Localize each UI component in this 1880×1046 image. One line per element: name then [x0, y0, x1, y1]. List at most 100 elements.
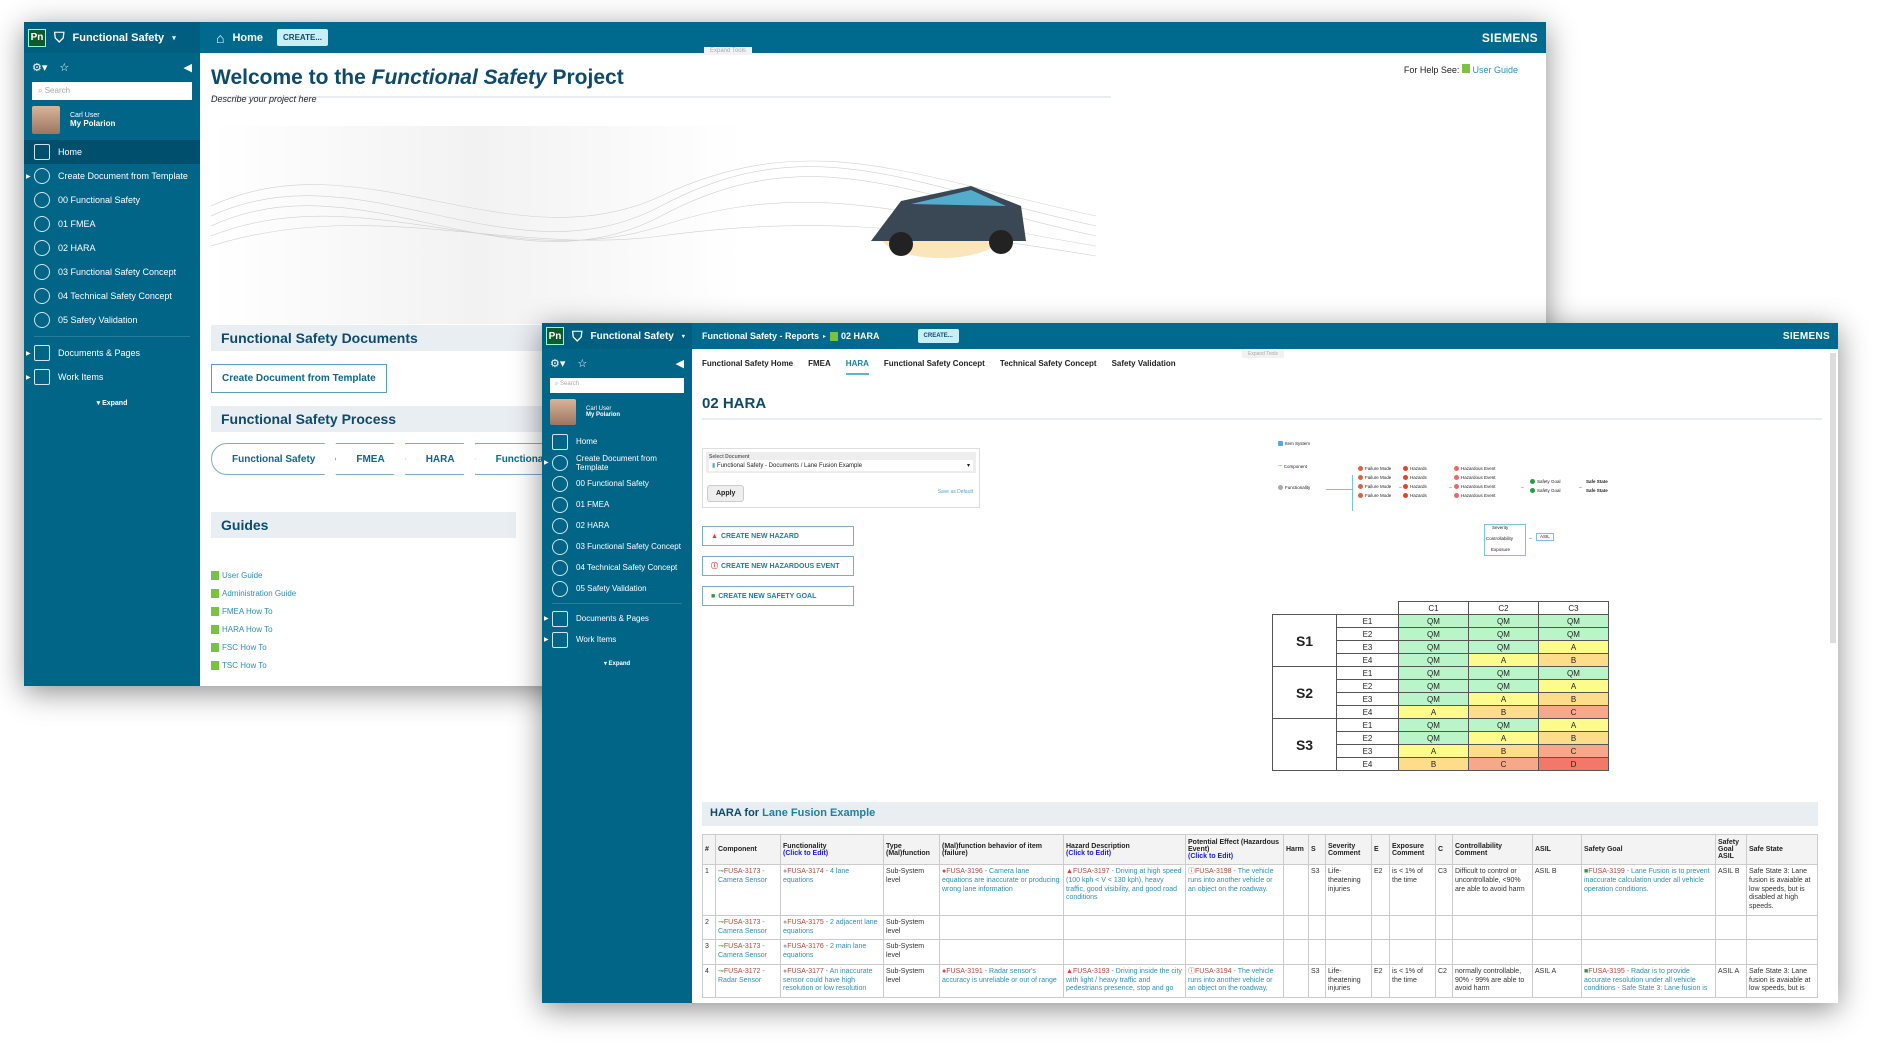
create-new-safety-goal-button[interactable]: ■ CREATE NEW SAFETY GOAL [702, 586, 854, 606]
sidebar-item-00-functional-safety[interactable]: 00 Functional Safety [542, 473, 692, 494]
work-item-id: FUSA-3198 [1195, 868, 1232, 875]
guide-link-user-guide[interactable]: User Guide [211, 566, 296, 584]
table-cell[interactable]: ●FUSA-3177 - An inaccurate sensor could … [780, 963, 884, 999]
project-switcher[interactable]: Pn ⛉ Functional Safety ▾ [24, 22, 200, 53]
table-cell[interactable]: ⊸FUSA-3173 - Camera Sensor [715, 914, 781, 941]
tab-fmea[interactable]: FMEA [808, 359, 831, 375]
table-cell[interactable]: ▲FUSA-3193 - Driving inside the city wit… [1063, 963, 1186, 999]
user-profile[interactable]: Carl User My Polarion [24, 100, 200, 140]
sidebar-item-05-safety-validation[interactable]: 05 Safety Validation [24, 308, 200, 332]
expand-arrow-icon[interactable]: ▶ [544, 636, 549, 643]
table-cell[interactable]: ●FUSA-3191 - Radar sensor's accuracy is … [939, 963, 1064, 999]
table-cell[interactable]: ●FUSA-3196 - Camera lane equations are i… [939, 864, 1064, 916]
document-select[interactable]: ▮ Functional Safety - Documents / Lane F… [709, 460, 973, 471]
sidebar-item-01-fmea[interactable]: 01 FMEA [542, 494, 692, 515]
sidebar-item-documents-pages[interactable]: ▶ Documents & Pages [24, 341, 200, 365]
guide-link-fmea-how-to[interactable]: FMEA How To [211, 602, 296, 620]
expand-arrow-icon[interactable]: ▶ [26, 350, 31, 357]
star-icon[interactable]: ☆ [577, 357, 587, 370]
sidebar-item-04-technical-safety-concept[interactable]: 04 Technical Safety Concept [24, 284, 200, 308]
expand-arrow-icon[interactable]: ▶ [26, 173, 31, 180]
table-cell[interactable]: ■FUSA-3195 - Radar is to provide accurat… [1581, 963, 1716, 999]
sidebar-item-home[interactable]: Home [542, 431, 692, 452]
my-polarion-link[interactable]: My Polarion [586, 412, 620, 418]
expand-arrow-icon[interactable]: ▶ [26, 374, 31, 381]
sidebar-search-input[interactable]: ⌕ Search [550, 378, 684, 393]
apply-button[interactable]: Apply [707, 485, 745, 502]
sidebar-item-documents-pages[interactable]: ▶ Documents & Pages [542, 608, 692, 629]
expand-button[interactable]: ▾ Expand [542, 660, 692, 667]
sidebar-item-work-items[interactable]: ▶ Work Items [24, 365, 200, 389]
sidebar-search-input[interactable]: ⌕ Search [32, 82, 192, 100]
sidebar-item-create-document-from-template[interactable]: ▶ Create Document from Template [24, 164, 200, 188]
severity-label: S3 [1272, 718, 1337, 771]
create-button[interactable]: CREATE... [917, 329, 959, 343]
table-cell[interactable]: ●FUSA-3175 - 2 adjacent lane equations [780, 914, 884, 941]
table-cell[interactable]: ●FUSA-3176 - 2 main lane equations [780, 939, 884, 965]
process-step-functional-safety[interactable]: Functional Safety [211, 443, 336, 475]
table-cell [1746, 914, 1818, 941]
guide-link-fsc-how-to[interactable]: FSC How To [211, 638, 296, 656]
sidebar-item-01-fmea[interactable]: 01 FMEA [24, 212, 200, 236]
guide-link-hara-how-to[interactable]: HARA How To [211, 620, 296, 638]
hara-document-link[interactable]: Lane Fusion Example [762, 807, 875, 819]
expand-arrow-icon[interactable]: ▶ [544, 459, 549, 466]
save-as-default-link[interactable]: Save as Default [938, 489, 973, 495]
guide-link-administration-guide[interactable]: Administration Guide [211, 584, 296, 602]
target-icon [552, 580, 568, 597]
sidebar-item-03-functional-safety-concept[interactable]: 03 Functional Safety Concept [542, 536, 692, 557]
click-to-edit-link[interactable]: (Click to Edit) [1066, 850, 1183, 857]
table-cell[interactable]: ⊸FUSA-3173 - Camera Sensor [715, 864, 781, 916]
table-cell[interactable]: ⊸FUSA-3172 - Radar Sensor [715, 963, 781, 999]
vertical-scrollbar[interactable] [1830, 353, 1836, 643]
breadcrumb-current[interactable]: 02 HARA [841, 331, 880, 341]
tab-technical-safety-concept[interactable]: Technical Safety Concept [1000, 359, 1097, 375]
create-new-hazard-button[interactable]: ▲ CREATE NEW HAZARD [702, 526, 854, 546]
column-header-mal-function-behavior-of-item-failure: (Mal)function behavior of item (failure) [939, 834, 1064, 865]
tab-functional-safety-home[interactable]: Functional Safety Home [702, 359, 793, 375]
tab-hara[interactable]: HARA [845, 359, 869, 375]
table-cell[interactable]: ⊸FUSA-3173 - Camera Sensor [715, 939, 781, 965]
click-to-edit-link[interactable]: (Click to Edit) [783, 850, 881, 857]
user-profile[interactable]: Carl User My Polarion [542, 393, 692, 431]
sidebar-item-work-items[interactable]: ▶ Work Items [542, 629, 692, 650]
sidebar-item-03-functional-safety-concept[interactable]: 03 Functional Safety Concept [24, 260, 200, 284]
guide-link-tsc-how-to[interactable]: TSC How To [211, 656, 296, 674]
process-step-fmea[interactable]: FMEA [335, 443, 405, 475]
user-guide-link[interactable]: User Guide [1472, 65, 1518, 75]
table-cell[interactable]: ⓘFUSA-3198 - The vehicle runs into anoth… [1185, 864, 1284, 916]
my-polarion-link[interactable]: My Polarion [70, 119, 115, 128]
gear-icon[interactable]: ⚙▾ [550, 357, 565, 370]
expand-button[interactable]: ▾ Expand [24, 399, 200, 407]
collapse-icon[interactable]: ◀ [184, 61, 192, 74]
table-cell[interactable]: ●FUSA-3174 - 4 lane equations [780, 864, 884, 916]
sidebar-item-home[interactable]: Home [24, 140, 200, 164]
expand-tools[interactable]: Expand Tools [1242, 350, 1284, 358]
create-document-button[interactable]: Create Document from Template [211, 364, 387, 393]
sidebar-item-00-functional-safety[interactable]: 00 Functional Safety [24, 188, 200, 212]
table-cell[interactable]: ⓘFUSA-3194 - The vehicle runs into anoth… [1185, 963, 1284, 999]
breadcrumb-home[interactable]: Home [232, 32, 263, 44]
star-icon[interactable]: ☆ [59, 61, 69, 74]
click-to-edit-link[interactable]: (Click to Edit) [1188, 853, 1281, 860]
table-cell[interactable]: ■FUSA-3199 - Lane Fusion is to prevent i… [1581, 864, 1716, 916]
breadcrumb-parent[interactable]: Functional Safety - Reports [702, 331, 819, 341]
sidebar-item-02-hara[interactable]: 02 HARA [24, 236, 200, 260]
sidebar-item-02-hara[interactable]: 02 HARA [542, 515, 692, 536]
sidebar-item-create-document-from-template[interactable]: ▶ Create Document from Template [542, 452, 692, 473]
gear-icon[interactable]: ⚙▾ [32, 61, 47, 74]
process-step-hara[interactable]: HARA [405, 443, 476, 475]
create-new-hazardous-event-button[interactable]: ⓘ CREATE NEW HAZARDOUS EVENT [702, 556, 854, 576]
collapse-icon[interactable]: ◀ [676, 357, 684, 370]
sidebar-item-04-technical-safety-concept[interactable]: 04 Technical Safety Concept [542, 557, 692, 578]
create-button[interactable]: CREATE... [277, 29, 328, 46]
sidebar-item-05-safety-validation[interactable]: 05 Safety Validation [542, 578, 692, 599]
table-cell[interactable]: ▲FUSA-3197 - Driving at high speed (100 … [1063, 864, 1186, 916]
expand-arrow-icon[interactable]: ▶ [544, 615, 549, 622]
home-icon [34, 144, 50, 160]
project-switcher[interactable]: Pn ⛉ Functional Safety ▾ [542, 323, 692, 349]
expand-tools[interactable]: Expand Tools [704, 47, 752, 55]
tab-safety-validation[interactable]: Safety Validation [1112, 359, 1176, 375]
exposure-label: E1 [1336, 718, 1399, 732]
tab-functional-safety-concept[interactable]: Functional Safety Concept [884, 359, 985, 375]
